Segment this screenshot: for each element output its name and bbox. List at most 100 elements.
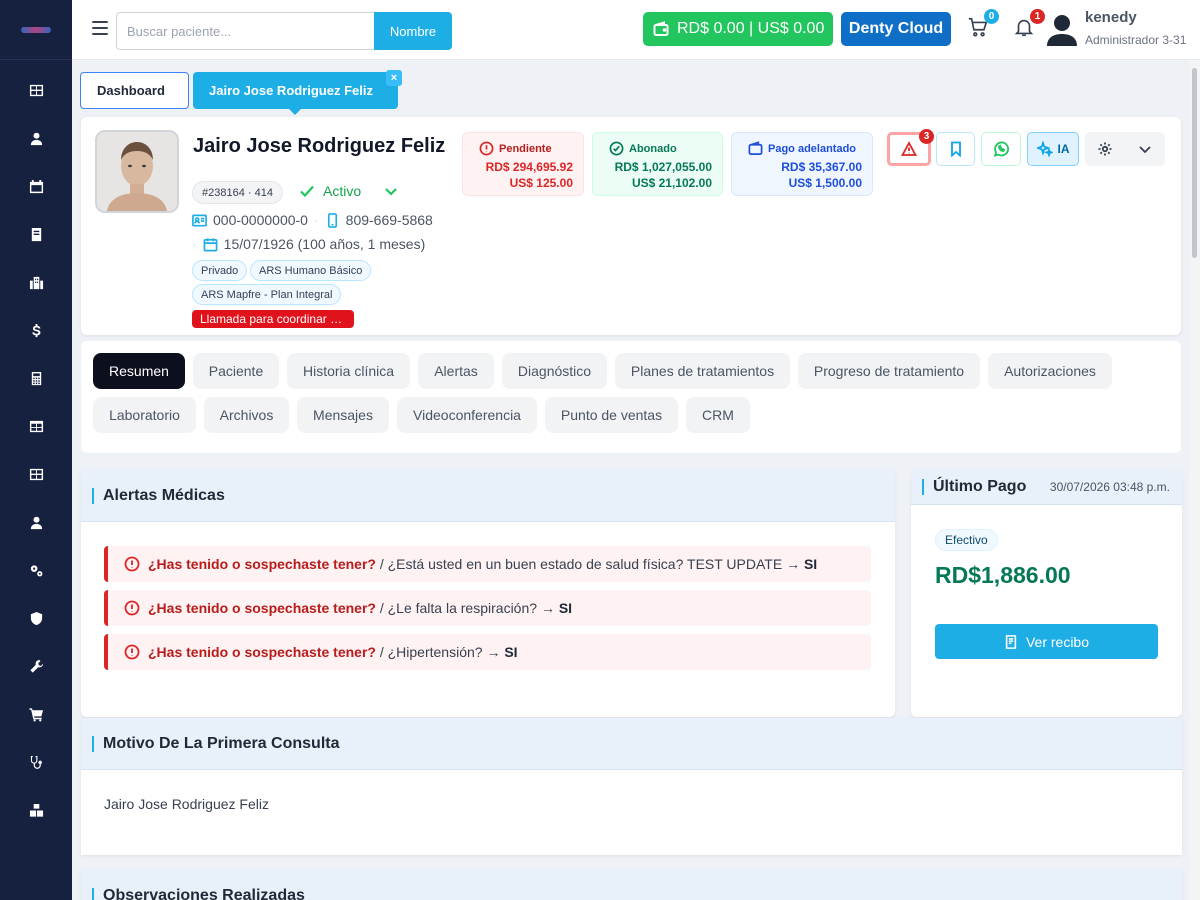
payment-amount: RD$1,886.00 — [935, 562, 1071, 588]
alerts-button[interactable]: 3 — [887, 129, 934, 166]
advance-label: Pago adelantado — [768, 142, 857, 155]
sidebar-item-inventory[interactable] — [0, 795, 72, 825]
receipt-icon — [1005, 634, 1017, 649]
section-tabs: Resumen Paciente Historia clínica Alerta… — [81, 341, 1181, 453]
whatsapp-button[interactable] — [981, 132, 1021, 166]
sidebar-item-finance[interactable] — [0, 315, 72, 345]
sidebar-item-settings[interactable] — [0, 555, 72, 585]
tab-laboratorio[interactable]: Laboratorio — [93, 397, 196, 433]
sidebar-item-modules[interactable] — [0, 459, 72, 489]
search-input[interactable] — [116, 12, 375, 50]
alert-text: ¿Has tenido o sospechaste tener? / ¿Está… — [148, 556, 817, 572]
cart-count-badge: 0 — [984, 9, 999, 24]
gears-icon — [30, 564, 42, 576]
view-receipt-button[interactable]: Ver recibo — [935, 624, 1158, 659]
tab-mensajes[interactable]: Mensajes — [297, 397, 389, 433]
chevron-down-icon[interactable] — [383, 183, 399, 199]
ai-button[interactable]: IA — [1027, 132, 1079, 166]
notifications-button[interactable]: 1 — [1013, 9, 1045, 40]
alert-detail: / ¿Hipertensión? — [375, 644, 483, 660]
tab-alertas[interactable]: Alertas — [418, 353, 494, 389]
alert-detail: / ¿Está usted en un buen estado de salud… — [375, 556, 783, 572]
tab-videoconferencia[interactable]: Videoconferencia — [397, 397, 537, 433]
notification-count-badge: 1 — [1030, 9, 1045, 24]
sidebar-item-billing[interactable] — [0, 363, 72, 393]
tab-punto-de-ventas[interactable]: Punto de ventas — [545, 397, 678, 433]
avatar[interactable] — [1046, 12, 1078, 46]
bookmark-button[interactable] — [936, 132, 975, 166]
sidebar-item-medical[interactable] — [0, 747, 72, 777]
alert-detail: / ¿Le falta la respiración? — [375, 600, 538, 616]
tab-paciente[interactable]: Paciente — [193, 353, 279, 389]
chevron-down-icon[interactable] — [1137, 141, 1153, 157]
alert-circle-icon — [479, 141, 494, 156]
alert-arrow: → — [540, 600, 555, 616]
tab-patient[interactable]: Jairo Jose Rodriguez Feliz × — [193, 70, 402, 115]
pending-us: US$ 125.00 — [509, 176, 573, 190]
alert-circle-icon — [124, 644, 140, 660]
gear-icon[interactable] — [1097, 141, 1113, 157]
sparkles-icon — [1036, 141, 1053, 157]
whatsapp-icon — [993, 141, 1009, 157]
sidebar-item-clinics[interactable] — [0, 267, 72, 297]
dollar-icon — [31, 323, 40, 337]
menu-icon[interactable] — [92, 21, 108, 35]
user-name[interactable]: kenedy — [1085, 9, 1137, 26]
alert-arrow: → — [786, 556, 801, 572]
sidebar-item-tools[interactable] — [0, 651, 72, 681]
wrench-icon — [29, 659, 43, 673]
sidebar-item-dashboard[interactable] — [0, 75, 72, 105]
settings-menu[interactable] — [1085, 132, 1165, 166]
patient-photo[interactable] — [95, 130, 179, 213]
alert-count-badge: 3 — [919, 129, 934, 144]
sidebar-item-calendar[interactable] — [0, 171, 72, 201]
tab-resumen[interactable]: Resumen — [93, 353, 185, 389]
status-text: Activo — [323, 183, 362, 199]
cart-button[interactable]: 0 — [967, 9, 999, 40]
paid-us: US$ 21,102.00 — [631, 176, 712, 190]
calculator-icon — [31, 371, 41, 385]
search-mode-button[interactable]: Nombre — [374, 12, 452, 50]
insurance-chip: ARS Humano Básico — [250, 260, 372, 281]
panel-title: Alertas Médicas — [103, 486, 225, 504]
app-logo[interactable] — [0, 0, 72, 60]
tab-diagnostico[interactable]: Diagnóstico — [502, 353, 607, 389]
insurance-chip: Privado — [192, 260, 248, 281]
sidebar-item-records[interactable] — [0, 219, 72, 249]
payment-method-badge: Efectivo — [935, 529, 998, 551]
tab-planes[interactable]: Planes de tratamientos — [615, 353, 790, 389]
tab-archivos[interactable]: Archivos — [204, 397, 289, 433]
sidebar-item-tables[interactable] — [0, 411, 72, 441]
book-icon — [31, 227, 41, 241]
table-icon — [29, 420, 43, 432]
sidebar-item-patients[interactable] — [0, 123, 72, 153]
patient-note-badge[interactable]: Llamada para coordinar … — [192, 310, 354, 328]
alert-item[interactable]: ¿Has tenido o sospechaste tener? / ¿Le f… — [104, 590, 871, 626]
patient-status[interactable]: Activo — [299, 183, 399, 199]
scrollbar-thumb[interactable] — [1192, 68, 1197, 258]
brand-button[interactable]: Denty Cloud — [841, 12, 951, 46]
tab-historia-clinica[interactable]: Historia clínica — [287, 353, 410, 389]
id-card-icon — [192, 214, 207, 226]
alert-circle-icon — [124, 600, 140, 616]
advance-rd: RD$ 35,367.00 — [781, 160, 862, 174]
separator-dot: · — [192, 236, 197, 252]
page-scrollbar[interactable] — [1189, 60, 1200, 900]
medical-alerts-panel: Alertas Médicas ¿Has tenido o sospechast… — [81, 470, 895, 717]
close-tab-button[interactable]: × — [386, 70, 402, 86]
alert-item[interactable]: ¿Has tenido o sospechaste tener? / ¿Hipe… — [104, 634, 871, 670]
sidebar-item-users[interactable] — [0, 507, 72, 537]
advance-balance-card: Pago adelantado RD$ 35,367.00 US$ 1,500.… — [731, 132, 873, 196]
alert-item[interactable]: ¿Has tenido o sospechaste tener? / ¿Está… — [104, 546, 871, 582]
tab-crm[interactable]: CRM — [686, 397, 750, 433]
tab-progreso[interactable]: Progreso de tratamiento — [798, 353, 980, 389]
tab-dashboard[interactable]: Dashboard — [80, 72, 189, 109]
accent-bar — [922, 479, 924, 495]
sidebar-item-security[interactable] — [0, 603, 72, 633]
sidebar-item-store[interactable] — [0, 699, 72, 729]
wallet-icon — [653, 21, 669, 36]
tab-autorizaciones[interactable]: Autorizaciones — [988, 353, 1112, 389]
view-receipt-label: Ver recibo — [1025, 633, 1090, 650]
patient-phone[interactable]: 809-669-5868 — [346, 212, 433, 228]
balance-button[interactable]: RD$ 0.00 | US$ 0.00 — [643, 12, 833, 46]
